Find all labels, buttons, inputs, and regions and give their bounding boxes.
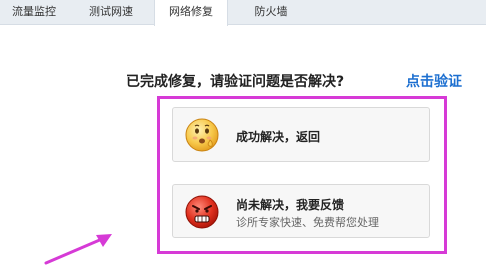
resolved-title: 成功解决，返回 [236, 130, 321, 144]
unresolved-title: 尚未解决，我要反馈 [236, 198, 345, 212]
tab-firewall[interactable]: 防火墙 [237, 0, 305, 25]
unresolved-feedback-button[interactable]: 尚未解决，我要反馈 诊所专家快速、免费帮您处理 [172, 184, 430, 238]
tab-bar: 流量监控 测试网速 网络修复 防火墙 [0, 0, 486, 26]
tab-traffic-monitor[interactable]: 流量监控 [0, 0, 68, 25]
verify-question: 已完成修复，请验证问题是否解决? [126, 74, 345, 90]
pointer-arrow-icon [40, 225, 130, 267]
unresolved-subtitle: 诊所专家快速、免费帮您处理 [236, 216, 379, 229]
tab-network-repair[interactable]: 网络修复 [154, 0, 228, 26]
resolved-return-button[interactable]: 成功解决，返回 [172, 107, 430, 162]
happy-face-icon [185, 118, 219, 152]
tab-speed-test[interactable]: 测试网速 [77, 0, 145, 25]
verify-link[interactable]: 点击验证 [406, 71, 462, 91]
angry-face-icon [185, 195, 219, 229]
